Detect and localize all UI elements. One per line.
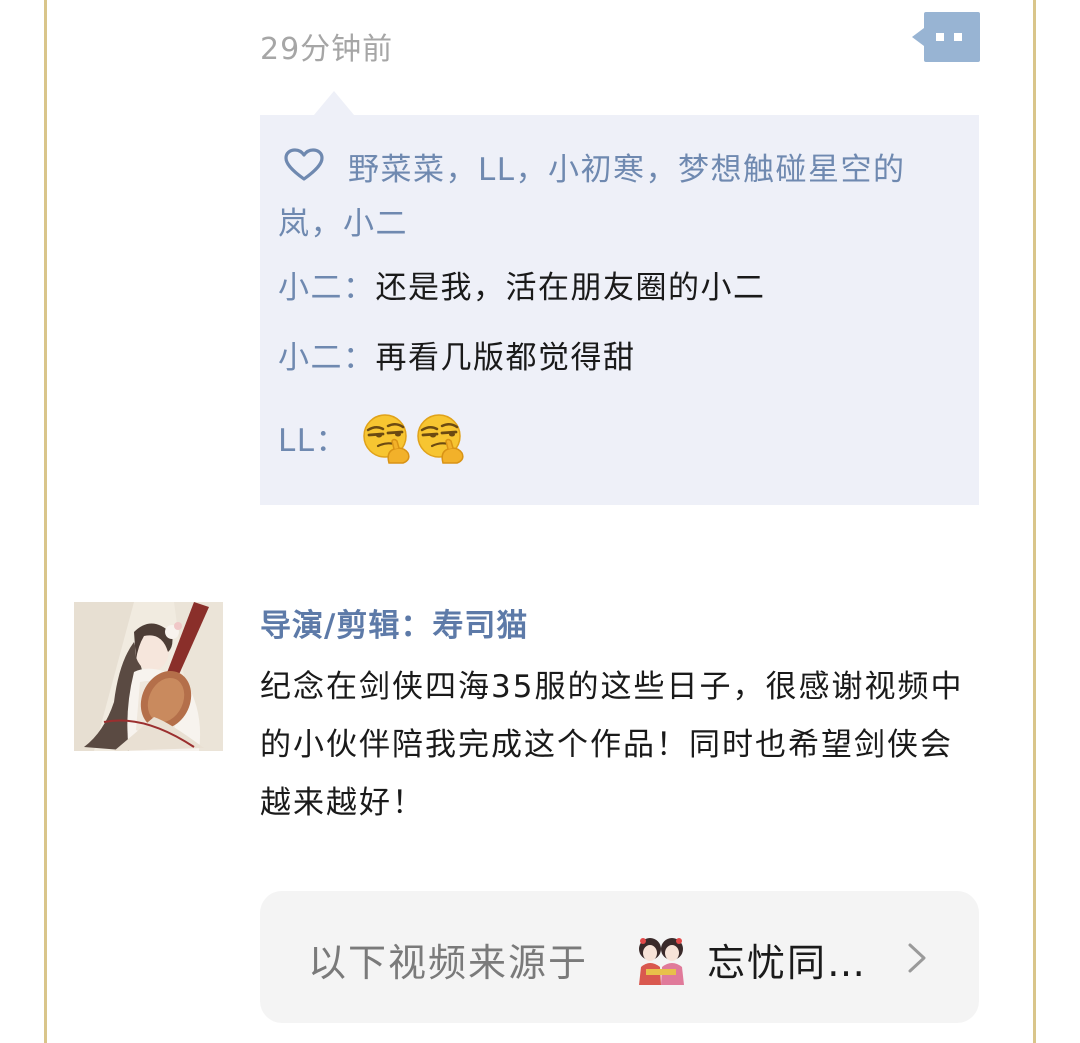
heart-icon	[284, 148, 324, 181]
post-timestamp: 29分钟前	[260, 32, 394, 67]
ellipsis-icon	[936, 33, 944, 41]
right-frame-border	[1033, 0, 1036, 1043]
channel-avatar	[633, 929, 689, 985]
more-options-button[interactable]	[912, 12, 980, 62]
interaction-box-arrow	[314, 91, 354, 115]
comment-author[interactable]: 小二：	[278, 270, 376, 306]
likes-comments-box: 野菜菜，LL，小初寒，梦想触碰星空的岚，小二 小二：还是我，活在朋友圈的小二 小…	[260, 115, 979, 505]
post-author-name[interactable]: 导演/剪辑：寿司猫	[260, 600, 528, 645]
smirk-face-icon	[363, 414, 410, 464]
comment-item[interactable]: 小二：还是我，活在朋友圈的小二	[278, 266, 766, 310]
post-content: 纪念在剑侠四海35服的这些日子，很感谢视频中的小伙伴陪我完成这个作品！同时也希望…	[260, 669, 964, 821]
video-source-name: 忘忧同…	[707, 941, 868, 985]
video-source-card[interactable]: 以下视频来源于 忘忧同…	[260, 891, 979, 1023]
comment-text: 还是我，活在朋友圈的小二	[375, 270, 766, 306]
avatar[interactable]	[74, 602, 223, 751]
comment-item[interactable]: LL：	[278, 411, 467, 465]
left-frame-border	[44, 0, 47, 1043]
more-button-pointer	[912, 28, 924, 46]
liker-names[interactable]: 野菜菜，LL，小初寒，梦想触碰星空的岚，小二	[278, 152, 906, 242]
chevron-right-icon	[908, 943, 926, 973]
comment-author[interactable]: 小二：	[278, 340, 376, 376]
ellipsis-icon	[954, 33, 962, 41]
more-button-body	[924, 12, 980, 62]
comment-author[interactable]: LL：	[278, 423, 348, 459]
likes-list: 野菜菜，LL，小初寒，梦想触碰星空的岚，小二	[278, 143, 968, 251]
avatar-illustration	[74, 602, 223, 751]
comment-item[interactable]: 小二：再看几版都觉得甜	[278, 336, 636, 380]
page: 29分钟前 野菜菜，LL，小初寒，梦想触碰星空的岚，小二 小二：还是我，活在朋友…	[0, 0, 1080, 1043]
comment-text: 再看几版都觉得甜	[375, 340, 636, 376]
smirk-face-icon	[417, 414, 464, 464]
video-source-prefix: 以下视频来源于	[308, 941, 589, 985]
